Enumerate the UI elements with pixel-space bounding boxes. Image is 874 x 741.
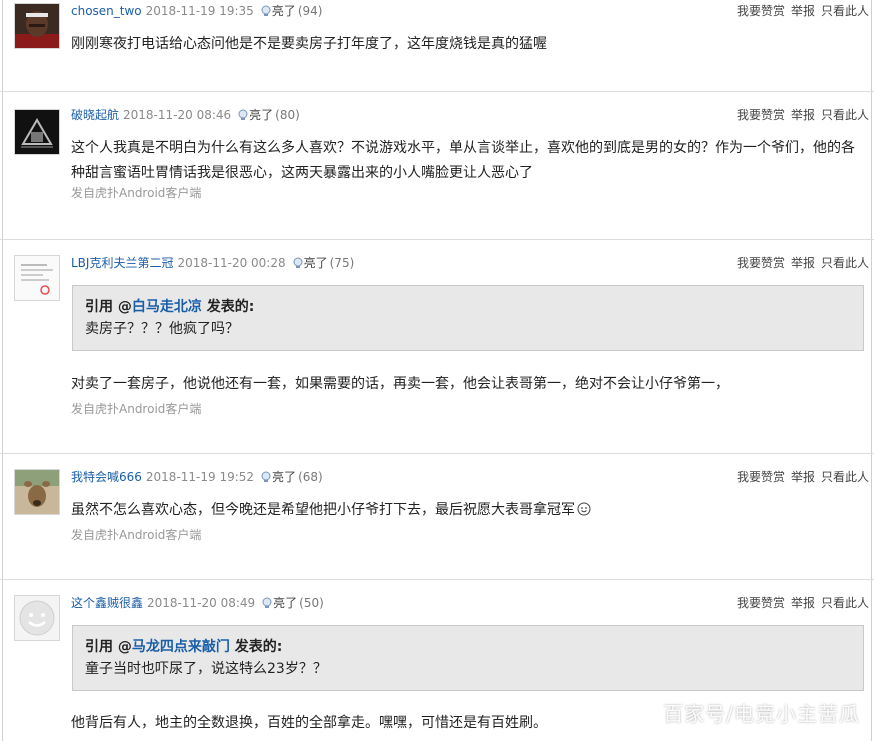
quote-prefix: 引用 @ — [85, 639, 132, 655]
light-label[interactable]: 亮了 — [273, 596, 297, 610]
quoted-username-link[interactable]: 马龙四点来敲门 — [132, 639, 230, 655]
client-source: 发自虎扑Android客户端 — [71, 528, 202, 542]
post-actions: 我要赞赏 举报 只看此人 — [731, 106, 869, 123]
user-avatar-photo — [15, 110, 59, 154]
quote-header: 引用 @马龙四点来敲门 发表的: — [85, 636, 851, 658]
post-date: 2018-11-20 00:28 — [177, 256, 286, 270]
avatar[interactable] — [14, 3, 60, 49]
post-meta: chosen_two 2018-11-19 19:35 亮了 (94) — [71, 2, 322, 19]
reply-post-3: LBJ克利夫兰第二冠 2018-11-20 00:28 亮了 (75) 我要赞赏 举报只… — [0, 240, 874, 454]
light-bulb-icon[interactable] — [292, 257, 304, 269]
avatar[interactable] — [14, 469, 60, 515]
only-this-user-link[interactable]: 只看此人 — [821, 470, 869, 484]
reward-link[interactable]: 我要赞赏 — [737, 596, 785, 610]
post-date: 2018-11-20 08:49 — [147, 596, 256, 610]
light-label[interactable]: 亮了 — [272, 470, 296, 484]
post-body: 虽然不怎么喜欢心态，但今晚还是希望他把小仔爷打下去，最后祝愿大表哥拿冠军 — [71, 498, 860, 523]
report-link[interactable]: 举报 — [791, 470, 815, 484]
report-link[interactable]: 举报 — [791, 256, 815, 270]
post-meta: 我特会喊666 2018-11-19 19:52 亮了 (68) — [71, 468, 323, 485]
light-count: (80) — [275, 108, 300, 122]
reply-post-2: 破晓起航 2018-11-20 08:46 亮了 (80) 我要赞赏 举报 只看此人 这个… — [0, 92, 874, 240]
light-count: (68) — [298, 470, 323, 484]
username-link[interactable]: 这个鑫贼很鑫 — [71, 596, 143, 610]
reward-link[interactable]: 我要赞赏 — [737, 4, 785, 18]
post-actions: 我要赞赏 举报 只看此人 — [731, 594, 869, 611]
avatar[interactable] — [14, 255, 60, 301]
quote-text: 卖房子？？？他疯了吗？ — [85, 321, 239, 337]
report-link[interactable]: 举报 — [791, 4, 815, 18]
post-actions: 我要赞赏 举报 只看此人 — [731, 468, 869, 485]
username-link[interactable]: LBJ克利夫兰第二冠 — [71, 256, 173, 270]
default-avatar-icon — [15, 596, 59, 640]
reward-link[interactable]: 我要赞赏 — [737, 470, 785, 484]
quote-block: 引用 @白马走北凉 发表的: 卖房子？？？他疯了吗？ — [72, 285, 864, 351]
username-link[interactable]: 破晓起航 — [71, 108, 119, 122]
quote-suffix: 发表的: — [201, 299, 255, 315]
only-this-user-link[interactable]: 只看此人 — [821, 596, 869, 610]
post-meta: 破晓起航 2018-11-20 08:46 亮了 (80) — [71, 106, 300, 123]
quoted-username-link[interactable]: 白马走北凉 — [132, 299, 202, 315]
only-this-user-link[interactable]: 只看此人 — [821, 4, 869, 18]
client-source: 发自虎扑Android客户端 — [71, 186, 202, 200]
light-bulb-icon[interactable] — [260, 471, 272, 483]
post-meta: 这个鑫贼很鑫 2018-11-20 08:49 亮了 (50) — [71, 594, 324, 611]
source-watermark: 百家号/电竞小主苦瓜 — [663, 702, 860, 726]
light-count: (50) — [299, 596, 324, 610]
only-this-user-link[interactable]: 只看此人 — [821, 108, 869, 122]
post-body: 对卖了一套房子，他说他还有一套，如果需要的话，再卖一套，他会让表哥第一，绝对不会… — [71, 376, 729, 392]
report-link[interactable]: 举报 — [791, 108, 815, 122]
light-label[interactable]: 亮了 — [272, 4, 296, 18]
username-link[interactable]: 我特会喊666 — [71, 470, 142, 484]
avatar[interactable] — [14, 595, 60, 641]
reply-post-4: 我特会喊666 2018-11-19 19:52 亮了 (68) 我要赞赏 举报 只看此人… — [0, 454, 874, 580]
only-this-user-link[interactable]: 只看此人 — [821, 256, 869, 270]
light-label[interactable]: 亮了 — [304, 256, 328, 270]
light-bulb-icon[interactable] — [237, 109, 249, 121]
light-count: (75) — [329, 256, 355, 270]
post-date: 2018-11-20 08:46 — [123, 108, 232, 122]
user-avatar-photo — [15, 4, 59, 48]
quote-text: 童子当时也吓尿了，说这特么23岁？？ — [85, 661, 327, 677]
light-bulb-icon[interactable] — [260, 5, 272, 17]
post-date: 2018-11-19 19:52 — [145, 470, 255, 484]
quote-header: 引用 @白马走北凉 发表的: — [85, 296, 851, 318]
post-actions: 我要赞赏 举报 只看此人 — [731, 2, 869, 19]
client-source: 发自虎扑Android客户端 — [71, 402, 202, 416]
quote-prefix: 引用 @ — [85, 299, 132, 315]
quote-suffix: 发表的: — [229, 639, 283, 655]
post-body: 刚刚寒夜打电话给心态问他是不是要卖房子打年度了，这年度烧钱是真的猛喔 — [71, 36, 547, 52]
smiley-emoji-icon — [577, 502, 591, 516]
post-date: 2018-11-19 19:35 — [145, 4, 254, 18]
light-count: (94) — [297, 4, 323, 18]
quote-block: 引用 @马龙四点来敲门 发表的: 童子当时也吓尿了，说这特么23岁？？ — [72, 625, 864, 691]
avatar[interactable] — [14, 109, 60, 155]
report-link[interactable]: 举报 — [791, 596, 815, 610]
post-actions: 我要赞赏 举报 只看此人 — [731, 254, 869, 271]
post-body: 这个人我真是不明白为什么有这么多人喜欢？不说游戏水平，单从言谈举止，喜欢他的到底… — [71, 140, 855, 181]
post-meta: LBJ克利夫兰第二冠 2018-11-20 00:28 亮了 (75) — [71, 254, 354, 271]
reward-link[interactable]: 我要赞赏 — [737, 108, 785, 122]
light-label[interactable]: 亮了 — [249, 108, 273, 122]
user-avatar-photo — [15, 256, 59, 300]
user-avatar-photo — [15, 470, 59, 514]
light-bulb-icon[interactable] — [261, 597, 273, 609]
username-link[interactable]: chosen_two — [71, 4, 142, 18]
reward-link[interactable]: 我要赞赏 — [737, 256, 785, 270]
post-body-text: 虽然不怎么喜欢心态，但今晚还是希望他把小仔爷打下去，最后祝愿大表哥拿冠军 — [71, 502, 575, 518]
reply-post-1: chosen_two 2018-11-19 19:35 亮了 (94) 我要赞赏 举报只… — [0, 0, 874, 92]
